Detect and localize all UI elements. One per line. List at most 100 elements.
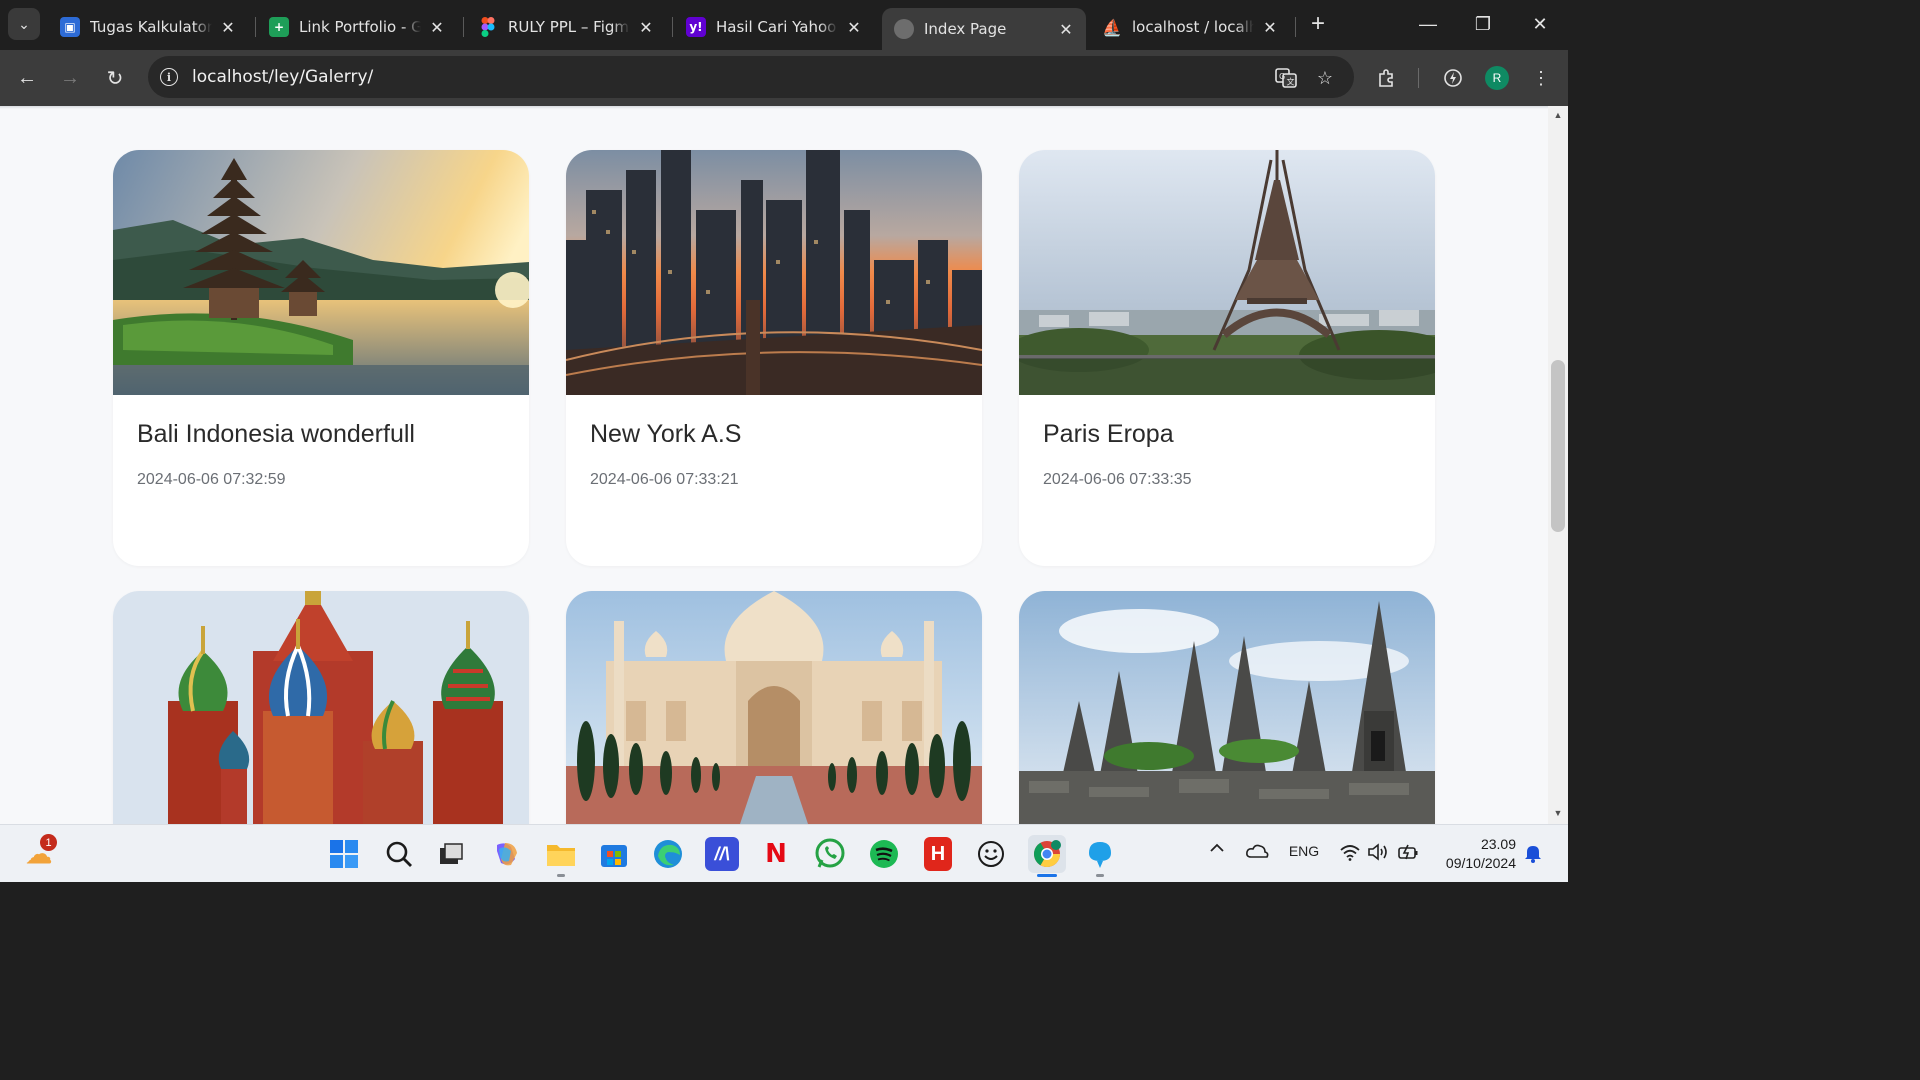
eiffel-tower-photo [1019, 150, 1435, 395]
yahoo-icon: y! [686, 17, 706, 37]
tab-title: Index Page [924, 20, 1007, 38]
card-date: 2024-06-06 07:32:59 [137, 471, 286, 488]
extensions-puzzle-icon[interactable] [1373, 64, 1401, 92]
h-app-icon[interactable]: H [924, 837, 952, 871]
card-title: Bali Indonesia wonderfull [137, 420, 415, 448]
new-tab-button[interactable]: + [1304, 10, 1332, 38]
figma-icon [478, 17, 498, 37]
chevron-up-icon[interactable] [1206, 843, 1228, 853]
code-editor-icon[interactable]: //\ [705, 837, 739, 871]
onedrive-cloud-icon[interactable] [1244, 843, 1270, 859]
tab-3[interactable]: RULY PPL – Figma ✕ [466, 8, 666, 46]
close-icon[interactable]: ✕ [1260, 18, 1280, 37]
google-sheets-icon: + [269, 17, 289, 37]
svg-text:文: 文 [1287, 77, 1295, 87]
clock-date: 09/10/2024 [1445, 855, 1516, 871]
address-bar[interactable]: i localhost/ley/Galerry/ G文 ☆ [148, 56, 1354, 98]
search-icon[interactable] [382, 837, 416, 871]
site-info-icon[interactable]: i [160, 68, 178, 86]
start-icon[interactable] [327, 837, 361, 871]
page-viewport: Bali Indonesia wonderfull 2024-06-06 07:… [0, 106, 1548, 824]
google-classroom-icon: ▣ [60, 17, 80, 37]
tab-search-menu-button[interactable]: ⌄ [8, 8, 40, 40]
wifi-icon[interactable] [1338, 843, 1362, 861]
phpmyadmin-icon: ⛵ [1102, 17, 1122, 37]
forward-button[interactable]: → [54, 62, 86, 94]
tab-separator [1295, 17, 1296, 37]
gallery-card[interactable]: Bali Indonesia wonderfull 2024-06-06 07:… [113, 150, 529, 566]
tab-4[interactable]: y! Hasil Cari Yahoo u ✕ [674, 8, 874, 46]
translate-icon[interactable]: G文 [1274, 66, 1298, 90]
restore-button[interactable]: ❐ [1463, 8, 1503, 40]
new-york-skyline-photo [566, 150, 982, 395]
active-indicator [1037, 874, 1057, 877]
netflix-icon[interactable]: N [759, 837, 793, 871]
more-menu-icon[interactable]: ⋮ [1527, 64, 1555, 92]
tab-separator [255, 17, 256, 37]
close-window-button[interactable]: ✕ [1520, 8, 1560, 40]
tab-strip: ⌄ ▣ Tugas Kalkulator S ✕ + Link Portfoli… [0, 0, 1568, 50]
system-clock[interactable]: 23.09 09/10/2024 [1436, 835, 1516, 873]
tab-2[interactable]: + Link Portfolio - Go ✕ [257, 8, 457, 46]
globe-icon [894, 19, 914, 39]
running-indicator [1096, 874, 1104, 877]
task-view-icon[interactable] [434, 837, 468, 871]
prambanan-temple-photo [1019, 591, 1435, 824]
file-explorer-icon[interactable] [544, 837, 578, 871]
gallery-card[interactable] [113, 591, 529, 824]
svg-text:G: G [1279, 72, 1285, 81]
pin-app-icon[interactable] [1083, 837, 1117, 871]
running-indicator [557, 874, 565, 877]
browser-toolbar: ← → ↻ i localhost/ley/Galerry/ G文 ☆ R ⋮ [0, 50, 1568, 106]
card-date: 2024-06-06 07:33:35 [1043, 471, 1192, 488]
gallery-card[interactable] [1019, 591, 1435, 824]
minimize-button[interactable]: — [1408, 8, 1448, 40]
windows-taskbar: ☁ 1 //\ N H ENG 23.09 09/10/2024 [0, 824, 1568, 882]
close-icon[interactable]: ✕ [427, 18, 447, 37]
gallery-card[interactable]: Paris Eropa 2024-06-06 07:33:35 [1019, 150, 1435, 566]
microsoft-store-icon[interactable] [597, 837, 631, 871]
close-icon[interactable]: ✕ [1056, 20, 1076, 39]
url-text[interactable]: localhost/ley/Galerry/ [192, 67, 373, 87]
chrome-icon[interactable] [1028, 835, 1066, 873]
gallery-card[interactable] [566, 591, 982, 824]
edge-icon[interactable] [651, 837, 685, 871]
taj-mahal-photo [566, 591, 982, 824]
spotify-icon[interactable] [867, 837, 901, 871]
notification-bell-icon[interactable] [1522, 843, 1544, 863]
tab-6[interactable]: ⛵ localhost / localho ✕ [1090, 8, 1290, 46]
tab-separator [463, 17, 464, 37]
reload-button[interactable]: ↻ [99, 62, 131, 94]
volume-icon[interactable] [1366, 843, 1390, 861]
battery-charging-icon[interactable] [1396, 843, 1422, 861]
scrollbar-thumb[interactable] [1551, 360, 1565, 532]
moscow-cathedral-photo [113, 591, 529, 824]
back-button[interactable]: ← [11, 62, 43, 94]
toolbar-separator [1418, 68, 1419, 88]
page-scrollbar[interactable]: ▲ ▼ [1548, 106, 1568, 824]
tab-separator [672, 17, 673, 37]
whatsapp-icon[interactable] [813, 837, 847, 871]
tab-1[interactable]: ▣ Tugas Kalkulator S ✕ [48, 8, 248, 46]
language-indicator[interactable]: ENG [1286, 843, 1322, 859]
bali-temple-photo [113, 150, 529, 395]
performance-icon[interactable] [1439, 64, 1467, 92]
bookmark-star-icon[interactable]: ☆ [1313, 66, 1337, 90]
gallery-card[interactable]: New York A.S 2024-06-06 07:33:21 [566, 150, 982, 566]
copilot-icon[interactable] [489, 837, 523, 871]
weather-badge: 1 [40, 834, 57, 851]
tab-title: Link Portfolio - Go [299, 18, 421, 36]
card-date: 2024-06-06 07:33:21 [590, 471, 739, 488]
card-title: Paris Eropa [1043, 420, 1174, 448]
close-icon[interactable]: ✕ [636, 18, 656, 37]
scroll-up-arrow-icon[interactable]: ▲ [1552, 110, 1564, 122]
header-shadow [0, 106, 1548, 109]
scroll-down-arrow-icon[interactable]: ▼ [1552, 808, 1564, 820]
tab-5-active[interactable]: Index Page ✕ [882, 8, 1086, 50]
tab-title: RULY PPL – Figma [508, 18, 630, 36]
emoji-icon[interactable] [974, 837, 1008, 871]
close-icon[interactable]: ✕ [218, 18, 238, 37]
tab-title: Tugas Kalkulator S [90, 18, 212, 36]
profile-avatar[interactable]: R [1485, 66, 1509, 90]
close-icon[interactable]: ✕ [844, 18, 864, 37]
